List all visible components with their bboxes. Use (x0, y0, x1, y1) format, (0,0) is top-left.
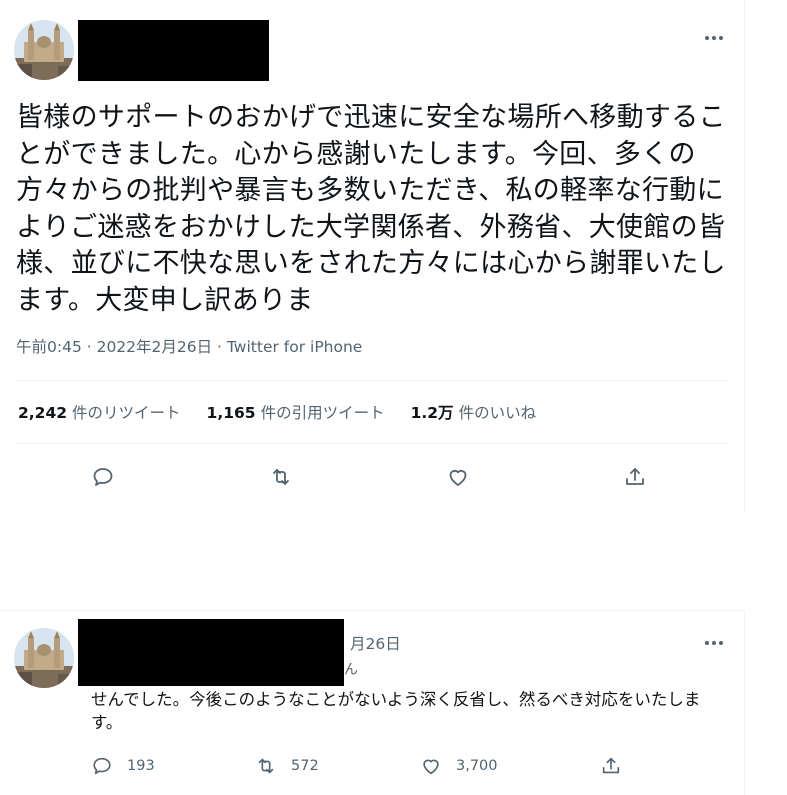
more-options-icon[interactable] (699, 28, 729, 48)
share-icon (602, 757, 620, 774)
reply-partial-text: ん (344, 662, 358, 678)
like-count: 3,700 (456, 758, 498, 774)
tweet-client[interactable]: Twitter for iPhone (227, 338, 362, 356)
reply-date[interactable]: 月26日 (350, 632, 401, 654)
like-button[interactable] (443, 462, 473, 492)
avatar[interactable] (14, 628, 74, 688)
reply-button[interactable] (88, 462, 118, 492)
divider (16, 380, 729, 381)
like-icon (449, 469, 467, 486)
retweet-icon (273, 469, 289, 485)
avatar[interactable] (14, 20, 74, 80)
retweet-icon (258, 758, 274, 774)
retweet-count: 572 (291, 758, 319, 774)
share-icon (626, 468, 644, 485)
redacted-username (78, 20, 269, 81)
reply-retweet-button[interactable]: 572 (255, 755, 319, 777)
reply-text: せんでした。今後このようなことがないよう深く反省し、然るべき対応をいたします。 (91, 690, 701, 732)
stat-likes[interactable]: 1.2万 件のいいね (411, 401, 536, 423)
cathedral-photo-icon (14, 20, 74, 80)
reply-icon (93, 468, 113, 486)
reply-like-button[interactable]: 3,700 (420, 755, 498, 777)
reply-share-button[interactable] (600, 755, 622, 777)
stat-retweets[interactable]: 2,242 件のリツイート (18, 401, 181, 423)
tweet-timestamp[interactable]: 午前0:45 · 2022年2月26日 · (16, 338, 227, 356)
more-options-icon[interactable] (699, 633, 729, 653)
tweet-metadata: 午前0:45 · 2022年2月26日 · Twitter for iPhone (16, 335, 362, 357)
timeline-gap (0, 512, 787, 610)
tweet-stats: 2,242 件のリツイート 1,165 件の引用ツイート 1.2万 件のいいね (18, 401, 562, 423)
share-button[interactable] (620, 462, 650, 492)
main-tweet: 皆様のサポートのおかげで迅速に安全な場所へ移動することができました。心から感謝い… (0, 0, 745, 512)
like-icon (423, 759, 439, 775)
divider (16, 443, 729, 444)
stat-quote-tweets[interactable]: 1,165 件の引用ツイート (207, 401, 385, 423)
reply-count: 193 (127, 758, 155, 774)
reply-reply-button[interactable]: 193 (91, 755, 155, 777)
tweet-text: 皆様のサポートのおかげで迅速に安全な場所へ移動することができました。心から感謝い… (16, 102, 726, 316)
cathedral-photo-icon (14, 628, 74, 688)
reply-icon (93, 757, 111, 775)
retweet-button[interactable] (266, 462, 296, 492)
redacted-username (78, 619, 344, 686)
